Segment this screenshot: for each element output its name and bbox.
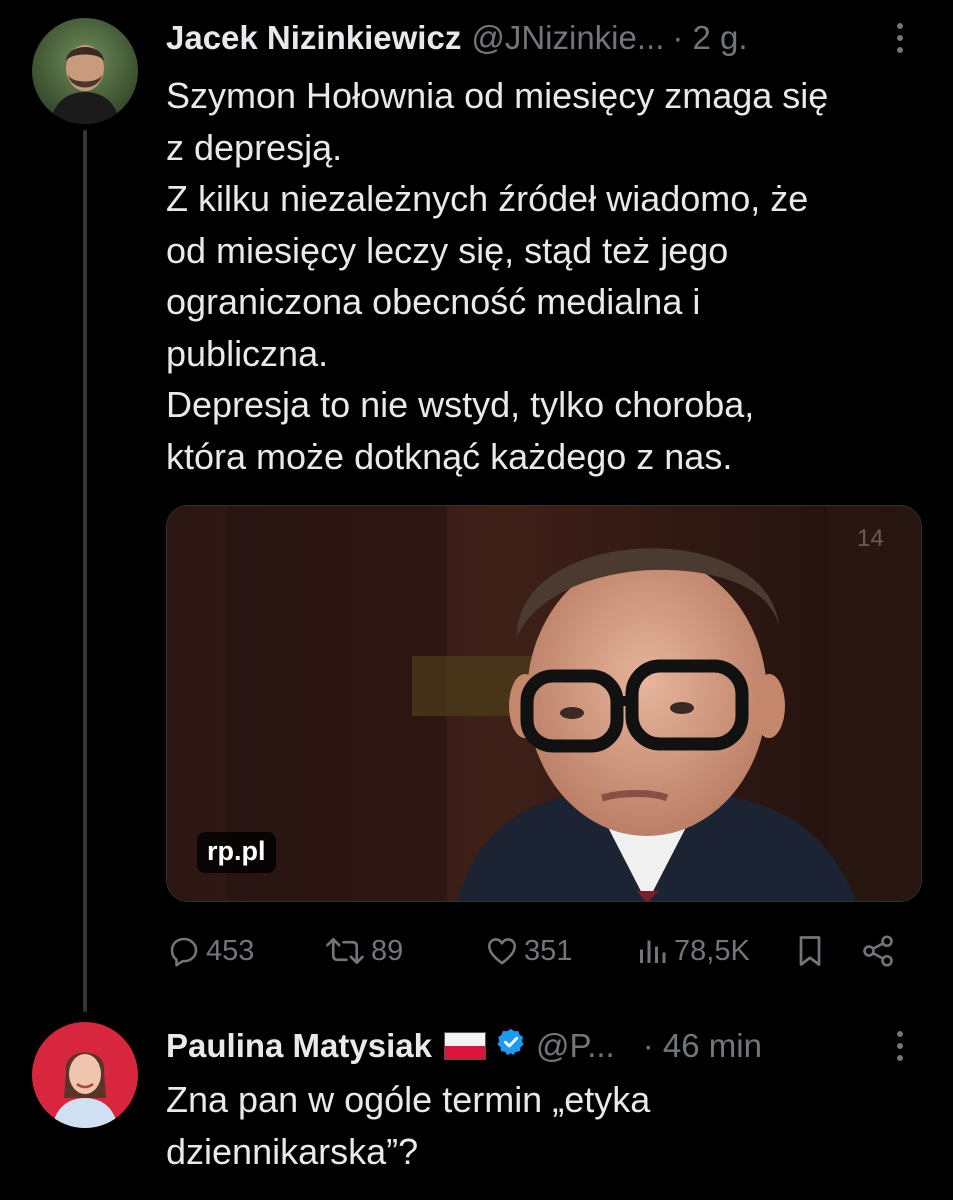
- retweet-button[interactable]: 89: [323, 924, 403, 978]
- bookmark-icon: [799, 936, 821, 966]
- tweet-text: Szymon Hołownia od miesięcy zmaga się z …: [166, 75, 829, 477]
- reply-icon: [170, 937, 198, 967]
- tweet-reply[interactable]: Paulina Matysiak @P... · 46 min Zna pan …: [0, 1010, 953, 1200]
- author-name[interactable]: Paulina Matysiak: [166, 1027, 432, 1065]
- svg-text:14: 14: [857, 525, 884, 552]
- reply-header: Paulina Matysiak @P... · 46 min: [166, 1022, 762, 1070]
- profile-photo: [32, 18, 138, 124]
- tweet-header: Jacek Nizinkiewicz @JNizinkie... · 2 g.: [166, 14, 748, 62]
- retweet-count: 89: [371, 934, 404, 967]
- reply-text: Zna pan w ogóle termin „etyka dziennikar…: [166, 1079, 651, 1172]
- tweet-timestamp[interactable]: · 2 g.: [672, 19, 747, 57]
- like-count: 351: [524, 934, 573, 967]
- thread-line: [83, 130, 87, 1012]
- more-options-icon[interactable]: [888, 18, 912, 58]
- reply-count: 453: [206, 934, 255, 967]
- author-handle[interactable]: @P...: [536, 1027, 615, 1065]
- tweet-image[interactable]: 14 rp.pl: [166, 505, 922, 902]
- views-chart-icon: [640, 940, 666, 963]
- bookmark-button[interactable]: [794, 924, 826, 978]
- more-options-icon[interactable]: [888, 1026, 912, 1066]
- like-button[interactable]: 351: [484, 924, 572, 978]
- reply-timestamp[interactable]: · 46 min: [643, 1027, 762, 1065]
- heart-icon: [487, 938, 517, 965]
- author-name[interactable]: Jacek Nizinkiewicz: [166, 19, 461, 57]
- media-source-label[interactable]: rp.pl: [197, 832, 276, 873]
- tweet-actions: 453 89 351 78,5K: [166, 924, 926, 978]
- poland-flag-icon: [443, 1032, 486, 1060]
- share-icon: [863, 935, 893, 967]
- tweet-main[interactable]: Jacek Nizinkiewicz @JNizinkie... · 2 g. …: [0, 0, 953, 1012]
- avatar-jacek[interactable]: [32, 18, 138, 124]
- verified-badge-icon: [496, 1027, 526, 1065]
- profile-photo: [32, 1022, 138, 1128]
- share-button[interactable]: [860, 924, 896, 978]
- author-handle[interactable]: @JNizinkie...: [471, 19, 664, 57]
- views-button[interactable]: 78,5K: [634, 924, 750, 978]
- views-count: 78,5K: [674, 934, 750, 967]
- avatar-paulina[interactable]: [32, 1022, 138, 1128]
- photo-szymon-holownia: 14: [167, 506, 921, 901]
- retweet-icon: [326, 937, 364, 965]
- reply-button[interactable]: 453: [166, 924, 254, 978]
